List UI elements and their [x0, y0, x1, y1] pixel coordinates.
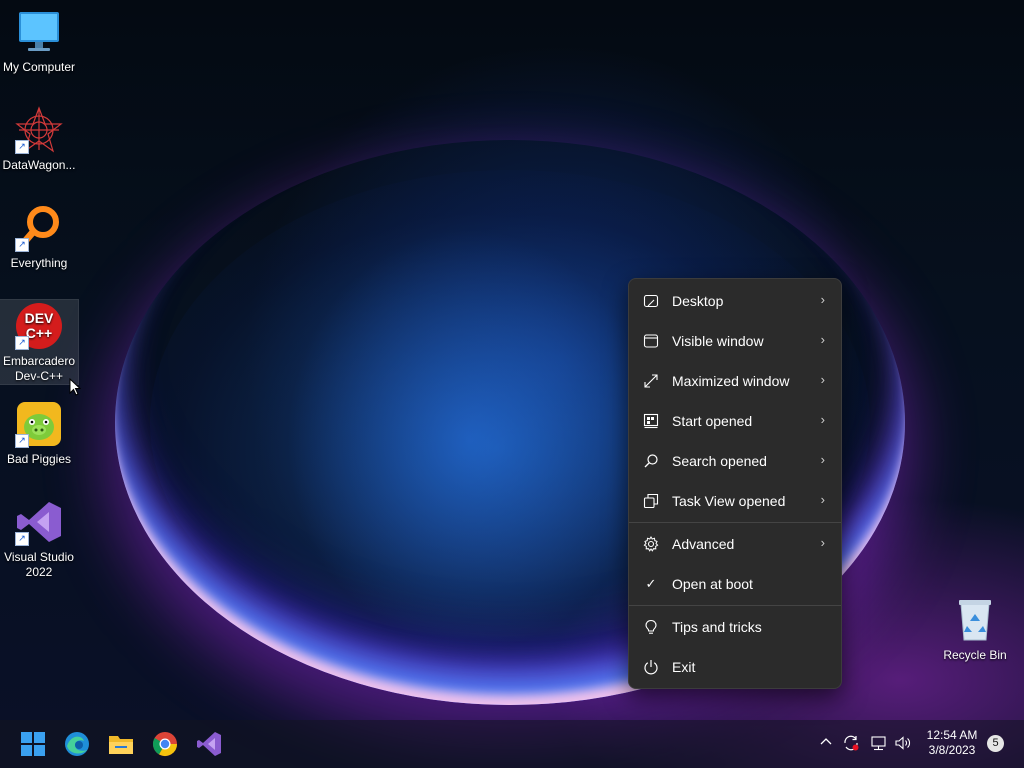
monitor-icon [15, 8, 63, 56]
sync-icon[interactable] [842, 734, 860, 755]
recycle-bin-icon [951, 596, 999, 644]
shortcut-arrow-icon: ↗ [15, 336, 29, 350]
power-icon [644, 660, 658, 675]
datawagon-icon: ↗ [15, 106, 63, 154]
menu-item-desktop[interactable]: Desktop › [633, 283, 837, 319]
desktop-icon-recycle-bin[interactable]: Recycle Bin [936, 596, 1014, 663]
maximize-icon [644, 374, 658, 388]
menu-item-label: Desktop [672, 293, 724, 309]
devcpp-icon: DEV C++ ↗ [15, 302, 63, 350]
context-menu: Desktop › Visible window › Maximized win… [628, 278, 842, 689]
edge-icon[interactable] [63, 730, 91, 758]
desktop[interactable]: My Computer ↗ DataWagon... ↗ Everything … [0, 0, 1024, 768]
gear-icon [643, 536, 659, 552]
menu-item-label: Advanced [672, 536, 735, 552]
notification-badge[interactable]: 5 [987, 735, 1004, 752]
menu-item-label: Search opened [672, 453, 767, 469]
clock-time: 12:54 AM [926, 728, 978, 742]
chevron-right-icon: › [820, 492, 825, 507]
desktop-icon-label: Embarcadero Dev-C++ [2, 354, 76, 383]
visual-studio-taskbar-icon[interactable] [195, 730, 223, 758]
menu-item-label: Open at boot [672, 576, 753, 592]
clock-date: 3/8/2023 [928, 743, 976, 757]
devcpp-logo-line1: DEV [25, 310, 54, 326]
shortcut-arrow-icon: ↗ [15, 140, 29, 154]
menu-item-label: Exit [672, 659, 696, 675]
search-icon [644, 454, 658, 468]
volume-icon[interactable] [894, 734, 912, 755]
desktop-icon-datawagon[interactable]: ↗ DataWagon... [0, 106, 78, 173]
menu-item-advanced[interactable]: Advanced › [633, 526, 837, 562]
desktop-icon-label: Visual Studio 2022 [4, 550, 74, 579]
chevron-right-icon: › [820, 292, 825, 307]
menu-item-visible-window[interactable]: Visible window › [633, 323, 837, 359]
menu-item-search-opened[interactable]: Search opened › [633, 443, 837, 479]
menu-item-label: Maximized window [672, 373, 790, 389]
shortcut-arrow-icon: ↗ [15, 532, 29, 546]
desktop-icon-label: My Computer [2, 60, 76, 74]
network-icon[interactable] [870, 734, 888, 755]
menu-separator [629, 522, 841, 523]
taskbar: 12:54 AM 3/8/2023 5 [0, 720, 1024, 768]
menu-item-label: Start opened [672, 413, 753, 429]
desktop-icon-label: Everything [10, 256, 68, 270]
desktop-icon-label: DataWagon... [2, 158, 76, 172]
chevron-right-icon: › [820, 452, 825, 467]
shortcut-arrow-icon: ↗ [15, 434, 29, 448]
desktop-icon-everything[interactable]: ↗ Everything [0, 204, 78, 271]
menu-item-label: Tips and tricks [672, 619, 762, 635]
window-icon [643, 334, 659, 348]
lightbulb-icon [645, 619, 657, 634]
shortcut-arrow-icon: ↗ [15, 238, 29, 252]
windows-start-icon[interactable] [19, 730, 47, 758]
magnifier-icon: ↗ [15, 204, 63, 252]
chevron-right-icon: › [820, 412, 825, 427]
desktop-icon [643, 294, 659, 308]
file-explorer-icon[interactable] [107, 730, 135, 758]
desktop-icon-label: Recycle Bin [943, 648, 1007, 662]
tray-overflow-chevron-icon[interactable] [818, 734, 834, 753]
start-menu-icon [643, 413, 659, 429]
menu-item-label: Visible window [672, 333, 764, 349]
mouse-cursor-icon [69, 378, 81, 396]
taskbar-clock[interactable]: 12:54 AM 3/8/2023 [920, 728, 984, 758]
chevron-right-icon: › [820, 332, 825, 347]
bad-piggies-icon: ↗ [15, 400, 63, 448]
desktop-icon-bad-piggies[interactable]: ↗ Bad Piggies [0, 400, 78, 467]
chevron-right-icon: › [820, 372, 825, 387]
devcpp-logo-line2: C++ [26, 325, 52, 341]
task-view-icon [643, 493, 659, 509]
menu-item-start-opened[interactable]: Start opened › [633, 403, 837, 439]
menu-item-open-at-boot[interactable]: ✓ Open at boot [633, 566, 837, 602]
menu-item-maximized-window[interactable]: Maximized window › [633, 363, 837, 399]
desktop-icon-visual-studio[interactable]: ↗ Visual Studio 2022 [0, 498, 78, 580]
menu-item-task-view-opened[interactable]: Task View opened › [633, 483, 837, 519]
chevron-right-icon: › [820, 535, 825, 550]
checkmark-icon: ✓ [645, 576, 657, 591]
desktop-icon-devcpp[interactable]: DEV C++ ↗ Embarcadero Dev-C++ [0, 299, 79, 385]
menu-item-tips-and-tricks[interactable]: Tips and tricks [633, 609, 837, 645]
menu-item-label: Task View opened [672, 493, 786, 509]
menu-item-exit[interactable]: Exit [633, 649, 837, 685]
visual-studio-icon: ↗ [15, 498, 63, 546]
menu-separator [629, 605, 841, 606]
desktop-icon-label: Bad Piggies [6, 452, 72, 466]
desktop-icon-my-computer[interactable]: My Computer [0, 8, 78, 75]
chrome-icon[interactable] [151, 730, 179, 758]
